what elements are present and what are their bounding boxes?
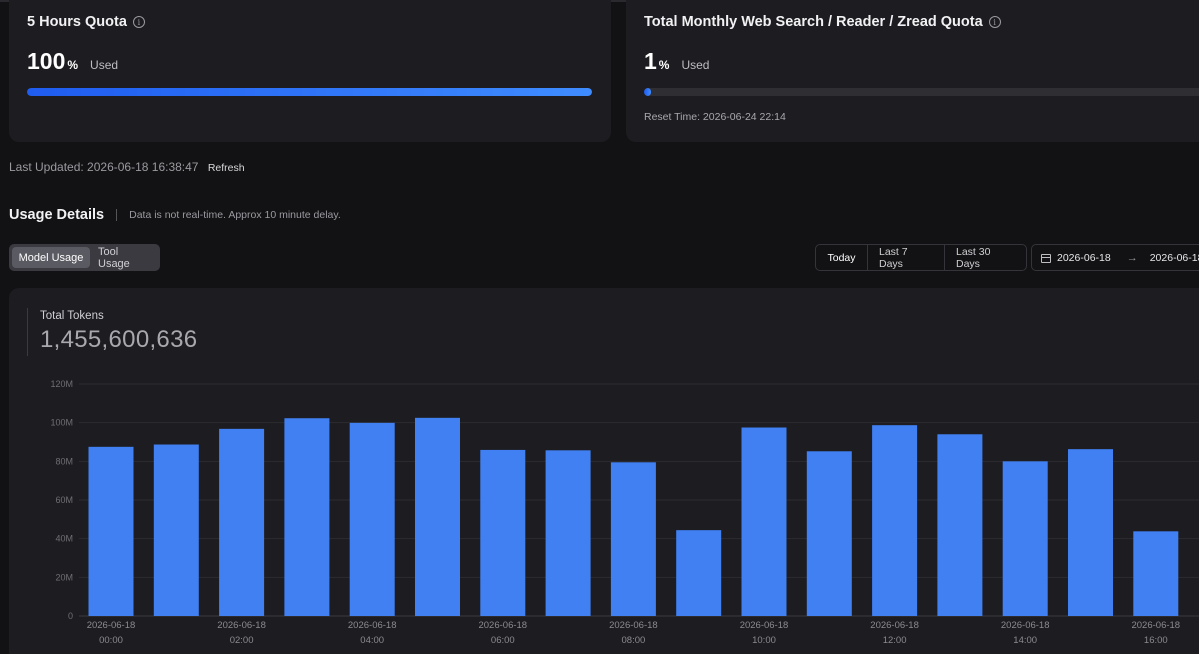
x-tick-date: 2026-06-18 xyxy=(1001,620,1050,631)
bar-202606180200[interactable] xyxy=(219,428,265,616)
quota-title-text: 5 Hours Quota xyxy=(27,14,127,30)
x-tick-time: 16:00 xyxy=(1144,635,1168,646)
bar-202606180700[interactable] xyxy=(545,450,591,616)
y-tick-label: 40M xyxy=(55,534,73,544)
bar-202606181200[interactable] xyxy=(872,425,918,616)
x-tick-date: 2026-06-18 xyxy=(1131,620,1180,631)
last-updated-text: Last Updated: 2026-06-18 16:38:47 xyxy=(9,160,199,174)
time-range-selector: Today Last 7 Days Last 30 Days xyxy=(815,244,1027,271)
bar-202606180000[interactable] xyxy=(88,446,134,616)
bar-202606180100[interactable] xyxy=(153,444,199,616)
quota-progress-fill xyxy=(644,88,651,96)
date-range-picker[interactable]: 2026-06-18 → 2026-06-18 xyxy=(1031,244,1199,271)
quota-percent-value: 100 xyxy=(27,48,66,74)
quota-title: Total Monthly Web Search / Reader / Zrea… xyxy=(644,14,1001,30)
x-tick-date: 2026-06-18 xyxy=(217,620,266,631)
y-tick-label: 100M xyxy=(50,418,73,428)
refresh-button[interactable]: Refresh xyxy=(208,162,245,174)
info-icon[interactable]: i xyxy=(988,16,1001,28)
usage-header: Usage Details Data is not real-time. App… xyxy=(9,207,341,223)
x-tick-date: 2026-06-18 xyxy=(609,620,658,631)
usage-type-toggle: Model Usage Tool Usage xyxy=(9,244,160,271)
x-tick-date: 2026-06-18 xyxy=(478,620,527,631)
bar-202606180600[interactable] xyxy=(480,449,526,616)
x-tick-time: 06:00 xyxy=(491,635,515,646)
arrow-right-icon: → xyxy=(1126,251,1138,264)
x-tick-time: 14:00 xyxy=(1013,635,1037,646)
quota-progress-bar xyxy=(27,88,592,96)
quota-used-label: Used xyxy=(90,58,119,72)
tab-model-usage[interactable]: Model Usage xyxy=(12,247,90,268)
quota-percent-unit: % xyxy=(67,58,79,72)
info-icon[interactable]: i xyxy=(132,16,145,28)
y-tick-label: 0 xyxy=(68,611,73,621)
y-tick-label: 20M xyxy=(55,572,73,582)
y-tick-label: 80M xyxy=(55,456,73,466)
x-tick-date: 2026-06-18 xyxy=(348,620,397,631)
x-tick-time: 02:00 xyxy=(230,635,254,646)
bar-202606181500[interactable] xyxy=(1068,449,1113,616)
calendar-icon xyxy=(1041,253,1051,263)
x-tick-date: 2026-06-18 xyxy=(870,620,919,631)
bar-202606180300[interactable] xyxy=(284,418,330,616)
date-end[interactable]: 2026-06-18 xyxy=(1150,252,1199,264)
x-tick-time: 00:00 xyxy=(99,635,123,646)
y-tick-label: 120M xyxy=(50,379,73,389)
x-tick-date: 2026-06-18 xyxy=(87,620,136,631)
x-tick-time: 10:00 xyxy=(752,635,776,646)
usage-delay-note: Data is not real-time. Approx 10 minute … xyxy=(129,209,341,221)
y-tick-label: 60M xyxy=(55,495,73,505)
x-tick-time: 08:00 xyxy=(622,635,646,646)
quota-percent-value: 1 xyxy=(644,48,657,74)
five-hour-quota-card: 5 Hours Quota i 100 % Used xyxy=(9,0,611,142)
token-usage-bar-chart: 0 20M 40M 60M 80M 100M 120M 2026-06-18 00:00 2026… xyxy=(50,379,1199,646)
bar-202606180500[interactable] xyxy=(415,417,460,616)
divider xyxy=(116,209,118,221)
date-start[interactable]: 2026-06-18 xyxy=(1057,252,1111,264)
tab-tool-usage[interactable]: Tool Usage xyxy=(92,246,157,270)
x-tick-time: 04:00 xyxy=(360,635,384,646)
quota-value: 1 % Used xyxy=(644,48,709,75)
bar-202606181300[interactable] xyxy=(937,434,983,616)
range-last-7-days-button[interactable]: Last 7 Days xyxy=(868,245,945,270)
quota-progress-bar xyxy=(644,88,1199,96)
bar-202606181100[interactable] xyxy=(806,451,852,616)
bar-202606180900[interactable] xyxy=(676,530,722,616)
bar-202606180800[interactable] xyxy=(610,462,656,616)
range-today-button[interactable]: Today xyxy=(816,245,868,270)
quota-progress-fill xyxy=(27,88,592,96)
bar-202606180400[interactable] xyxy=(349,422,395,616)
x-tick-time: 12:00 xyxy=(883,635,907,646)
monthly-quota-card: Total Monthly Web Search / Reader / Zrea… xyxy=(626,0,1199,142)
bar-202606181600[interactable] xyxy=(1133,531,1179,616)
x-tick-date: 2026-06-18 xyxy=(740,620,789,631)
reset-time: Reset Time: 2026-06-24 22:14 xyxy=(644,111,786,123)
usage-chart-card: Total Tokens 1,455,600,636 0 20M 40M 60M 80M… xyxy=(9,288,1199,654)
bar-202606181000[interactable] xyxy=(741,427,787,617)
bar-202606181400[interactable] xyxy=(1002,461,1048,616)
quota-used-label: Used xyxy=(681,58,710,72)
range-last-30-days-button[interactable]: Last 30 Days xyxy=(945,245,1026,270)
quota-title-text: Total Monthly Web Search / Reader / Zrea… xyxy=(644,14,983,30)
last-updated: Last Updated: 2026-06-18 16:38:47 Refres… xyxy=(9,160,245,174)
usage-title: Usage Details xyxy=(9,207,105,223)
quota-percent-unit: % xyxy=(658,58,670,72)
quota-value: 100 % Used xyxy=(27,48,118,75)
quota-title: 5 Hours Quota i xyxy=(27,14,145,30)
